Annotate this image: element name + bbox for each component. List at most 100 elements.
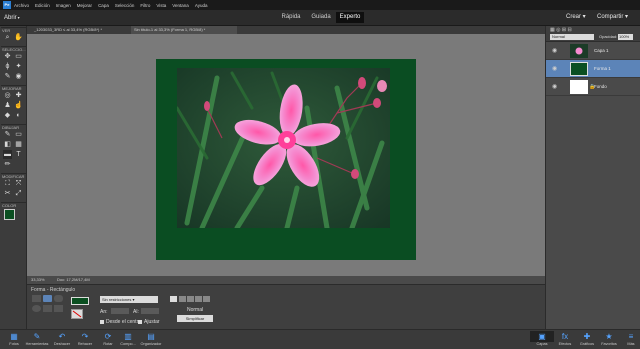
tab-guiada[interactable]: Guiada — [306, 12, 336, 23]
taskbar-redo[interactable]: ↷ Rehacer — [73, 331, 97, 349]
recompose-icon[interactable]: ⤧ — [14, 179, 23, 188]
exclude-shape-icon[interactable] — [203, 296, 210, 302]
doc-tab-2[interactable]: Sin título-1 al 33,3% (Forma 1, RGB/8) * — [131, 26, 237, 34]
layers-icon: ▣ — [530, 331, 554, 342]
more-icon: ≡ — [628, 332, 634, 341]
hand-icon[interactable]: ✋ — [14, 33, 23, 42]
tab-experto[interactable]: Experto — [336, 12, 364, 23]
create-button[interactable]: Crear ▾ — [566, 13, 586, 20]
taskbar-graphics[interactable]: ✚ Gráficos — [575, 331, 599, 349]
share-button[interactable]: Compartir ▾ — [597, 13, 628, 20]
shape-rect-button[interactable] — [32, 295, 41, 302]
pencil-icon[interactable]: ✏ — [3, 160, 12, 169]
layer-row-fondo[interactable]: ◉ 🔒 Fondo — [546, 78, 640, 96]
menu-edicion[interactable]: Edición — [35, 3, 50, 8]
graphics-icon: ✚ — [583, 332, 591, 341]
no-style-icon[interactable] — [71, 309, 83, 319]
foreground-color-swatch[interactable] — [4, 209, 15, 220]
opacity-field[interactable]: 100% — [618, 34, 633, 40]
eraser-icon[interactable]: ▭ — [14, 130, 23, 139]
height-field[interactable] — [141, 308, 159, 314]
text-icon[interactable]: T — [14, 150, 23, 159]
taskbar-layout[interactable]: ▥ Compo... — [116, 331, 140, 349]
shape-rect-selected-button[interactable] — [43, 295, 52, 302]
taskbar-layers[interactable]: ▣ Capas — [530, 331, 554, 349]
layer-row-forma1[interactable]: ◉ Forma 1 — [546, 60, 640, 78]
brush-icon[interactable]: ✎ — [3, 130, 12, 139]
content-move-icon[interactable]: ✂ — [3, 189, 12, 198]
snap-checkbox[interactable] — [138, 320, 142, 324]
crop-icon[interactable]: ⛶ — [3, 179, 12, 188]
shape-star-button[interactable] — [54, 305, 63, 312]
layer-row-capa1[interactable]: ◉ Capa 1 — [546, 42, 640, 60]
marquee-icon[interactable]: ▭ — [14, 52, 23, 61]
menu-mejorar[interactable]: Mejorar — [77, 3, 92, 8]
new-shape-icon[interactable] — [170, 296, 177, 302]
menu-seleccion[interactable]: Selección — [115, 3, 135, 8]
shape-ellipse-button[interactable] — [32, 305, 41, 312]
bottom-taskbar: ▦ Fotos ✎ Herramientas ↶ Deshacer ↷ Rehacer ⟳ Rot… — [0, 329, 640, 349]
clone-stamp-icon[interactable]: ♟ — [3, 101, 12, 110]
shape-polygon-button[interactable] — [43, 305, 52, 312]
doc-tab-1[interactable]: _1203033_3RD ≤ al 33,4% (RGB/8*) * — [31, 26, 131, 34]
menu-filtro[interactable]: Filtro — [140, 3, 150, 8]
menu-archivo[interactable]: Archivo — [14, 3, 29, 8]
dodge-icon[interactable]: ◐ — [14, 111, 23, 120]
menu-ayuda[interactable]: Ayuda — [195, 3, 208, 8]
menu-capa[interactable]: Capa — [98, 3, 109, 8]
taskbar-photos[interactable]: ▦ Fotos — [2, 331, 26, 349]
spot-heal-icon[interactable]: ✚ — [14, 91, 23, 100]
layer-thumbnail — [570, 44, 588, 58]
move-icon[interactable]: ✥ — [3, 52, 12, 61]
zoom-value[interactable]: 33,33% — [31, 276, 45, 284]
favorites-icon: ★ — [605, 332, 613, 341]
shape-rounded-button[interactable] — [54, 295, 63, 302]
menu-ventana[interactable]: Ventana — [172, 3, 189, 8]
taskbar-favorites[interactable]: ★ Favoritos — [597, 331, 621, 349]
taskbar-effects[interactable]: fx Efectos — [553, 331, 577, 349]
mode-label: Normal — [187, 307, 204, 313]
organizer-icon: ▤ — [147, 332, 155, 341]
visibility-eye-icon[interactable]: ◉ — [552, 83, 557, 90]
taskbar-tools[interactable]: ✎ Herramientas — [25, 331, 49, 349]
open-button[interactable]: Abrir▾ — [4, 13, 30, 23]
sponge-icon[interactable]: ◆ — [3, 111, 12, 120]
menu-imagen[interactable]: Imagen — [56, 3, 71, 8]
lasso-icon[interactable]: ϕ — [3, 62, 12, 71]
shape-rectangle-icon[interactable]: ▬ — [3, 150, 12, 159]
menu-bar: Pe Archivo Edición Imagen Mejorar Capa S… — [0, 0, 640, 10]
blend-mode-select[interactable]: Normal — [550, 34, 594, 40]
paint-bucket-icon[interactable]: ◧ — [3, 140, 12, 149]
toolbox: VER ⌕ ✋ SELECCIO... ✥ ▭ ϕ ✦ ✎ ◉ MEJORAR ◎ ✚ ♟ ☝ ◆ ◐ DIBUJ… — [0, 26, 27, 329]
taskbar-organizer[interactable]: ▤ Organizador — [139, 331, 163, 349]
simplify-button[interactable]: Simplificar — [177, 315, 213, 322]
constraint-select[interactable]: Sin restricciones ▾ — [100, 296, 158, 303]
gradient-icon[interactable]: ▦ — [14, 140, 23, 149]
app-logo: Pe — [3, 1, 11, 9]
width-field[interactable] — [111, 308, 129, 314]
taskbar-undo[interactable]: ↶ Deshacer — [50, 331, 74, 349]
smudge-icon[interactable]: ☝ — [14, 101, 23, 110]
panel-tools-icon[interactable]: ▦ ◎ ⊞ ⊟ — [550, 27, 572, 33]
magic-wand-icon[interactable]: ✦ — [14, 62, 23, 71]
canvas-area[interactable] — [27, 34, 545, 276]
shape-color-swatch[interactable] — [71, 297, 89, 305]
red-eye-icon[interactable]: ◎ — [3, 91, 12, 100]
intersect-shape-icon[interactable] — [195, 296, 202, 302]
menu-vista[interactable]: Vista — [156, 3, 166, 8]
add-shape-icon[interactable] — [179, 296, 186, 302]
straighten-icon[interactable]: ⤢ — [14, 189, 23, 198]
eye-icon[interactable]: ◉ — [14, 72, 23, 81]
taskbar-more[interactable]: ≡ Más — [619, 331, 640, 349]
zoom-icon[interactable]: ⌕ — [3, 33, 12, 42]
from-center-checkbox[interactable] — [100, 320, 104, 324]
quick-select-icon[interactable]: ✎ — [3, 72, 12, 81]
visibility-eye-icon[interactable]: ◉ — [552, 47, 557, 54]
subtract-shape-icon[interactable] — [187, 296, 194, 302]
tool-options: Forma - Rectángulo Sin restricciones ▾ A… — [27, 284, 545, 329]
taskbar-label: Rehacer — [77, 342, 93, 346]
document-canvas[interactable] — [156, 59, 416, 260]
tab-rapida[interactable]: Rápida — [276, 12, 306, 23]
visibility-eye-icon[interactable]: ◉ — [552, 65, 557, 72]
tool-section-label: COLOR — [1, 202, 26, 208]
